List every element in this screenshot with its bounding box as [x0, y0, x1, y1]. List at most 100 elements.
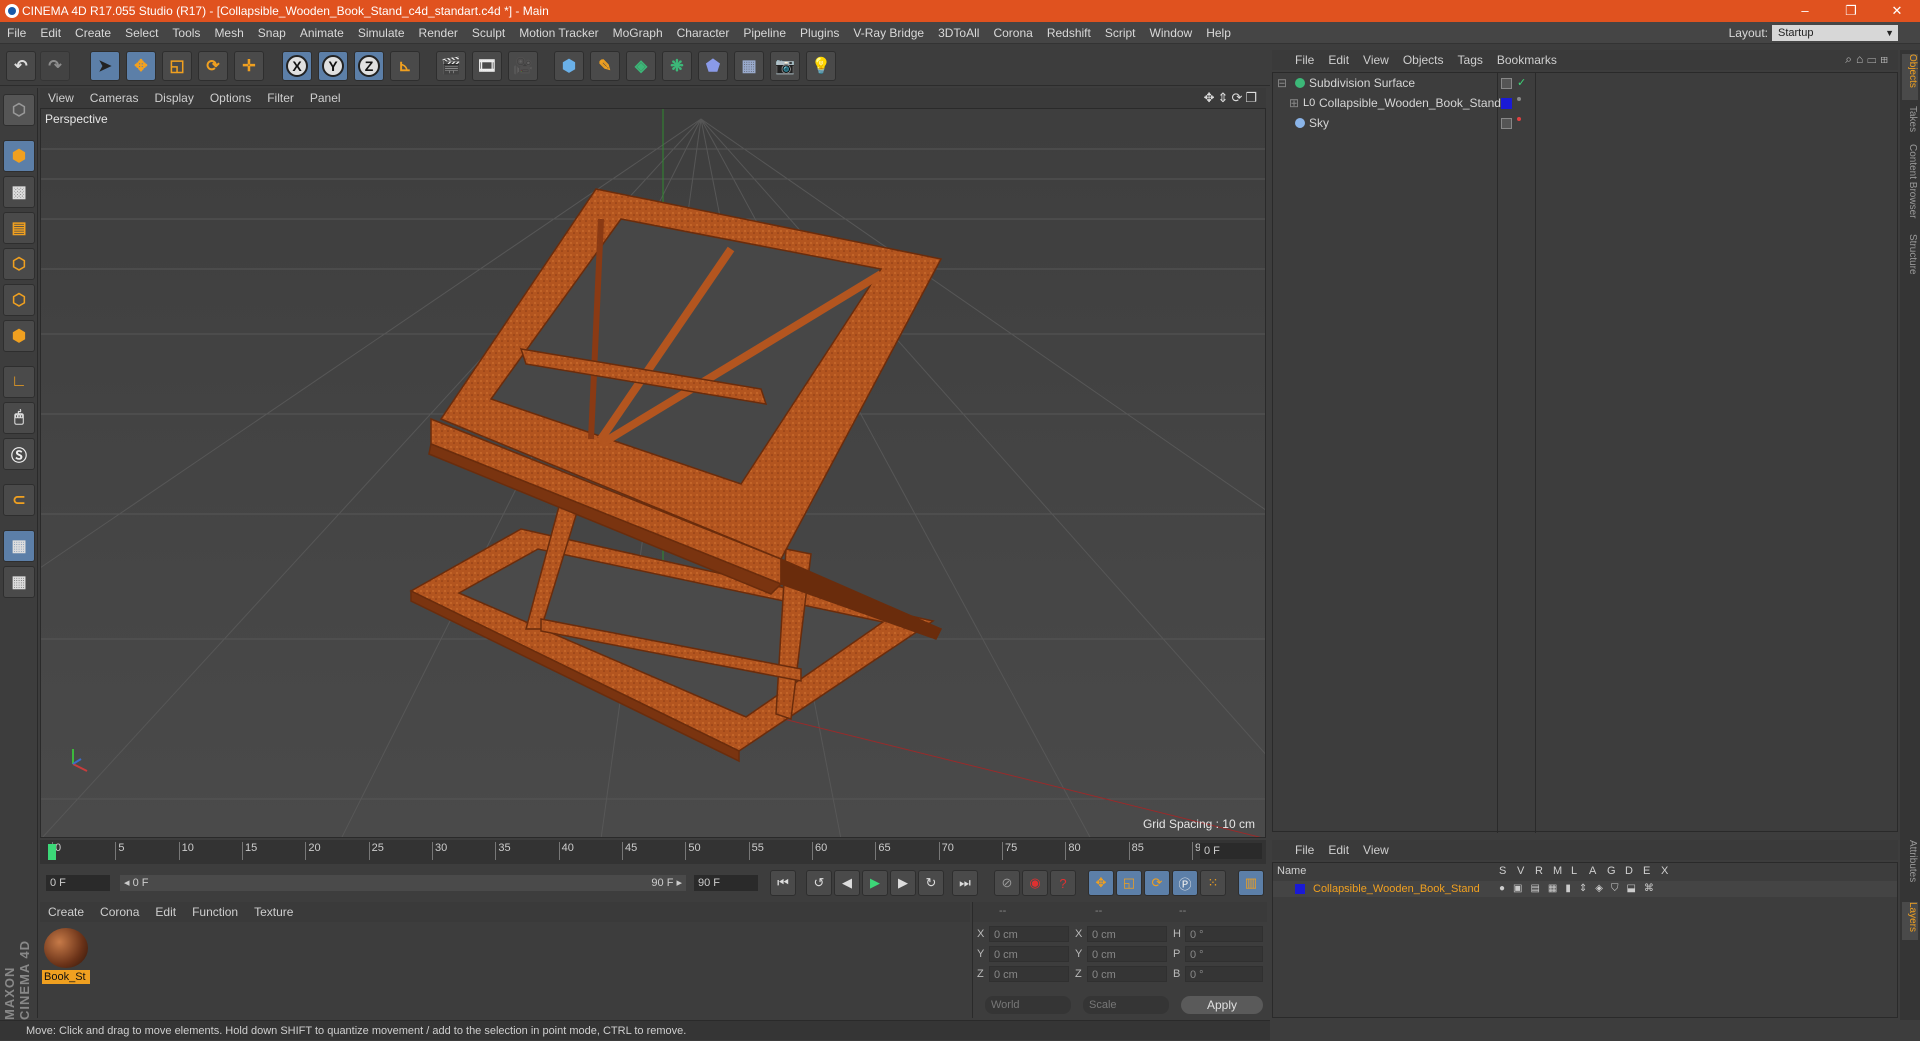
viewport-menu-panel[interactable]: Panel	[302, 88, 349, 108]
polygons-mode-button[interactable]: ⬢	[3, 320, 35, 352]
menu-sculpt[interactable]: Sculpt	[465, 22, 512, 44]
transform-tool-button[interactable]: ✛	[234, 51, 264, 81]
objects-menu-file[interactable]: File	[1288, 50, 1321, 70]
visibility-dot-icon[interactable]	[1517, 97, 1521, 101]
layers-menu-file[interactable]: File	[1288, 840, 1321, 860]
menu-file[interactable]: File	[0, 22, 33, 44]
workplane-mode-button[interactable]: ▤	[3, 212, 35, 244]
snap-button[interactable]: Ⓢ	[3, 438, 35, 470]
restore-button[interactable]: ❐	[1828, 0, 1874, 22]
record-active-button[interactable]: ⊘	[994, 870, 1020, 896]
light-object-button[interactable]: 💡	[806, 51, 836, 81]
cloner-button[interactable]: ❋	[662, 51, 692, 81]
menu-3dtoall[interactable]: 3DToAll	[931, 22, 986, 44]
expand-icon[interactable]: ⊞	[1880, 52, 1892, 66]
layer-header-d[interactable]: D	[1625, 863, 1633, 879]
rotate-tool-button[interactable]: ⟳	[198, 51, 228, 81]
rot-p-field[interactable]: 0 °	[1185, 946, 1263, 962]
perspective-viewport[interactable]: Perspective Grid Spacing: 10 cm	[40, 108, 1266, 838]
material-menu-create[interactable]: Create	[40, 902, 92, 922]
home-icon[interactable]: ⌂	[1856, 52, 1867, 66]
menu-help[interactable]: Help	[1199, 22, 1238, 44]
material-menu-function[interactable]: Function	[184, 902, 246, 922]
pos-z-field[interactable]: 0 cm	[989, 966, 1069, 982]
rot-h-field[interactable]: 0 °	[1185, 926, 1263, 942]
layer-header-e[interactable]: E	[1643, 863, 1650, 879]
edit-checkbox-icon[interactable]	[1501, 118, 1512, 129]
layer-header-g[interactable]: G	[1607, 863, 1616, 879]
menu-window[interactable]: Window	[1143, 22, 1200, 44]
pen-spline-button[interactable]: ✎	[590, 51, 620, 81]
render-settings-button[interactable]: 🎥	[508, 51, 538, 81]
object-manager-tools[interactable]: ⌕⌂▭⊞	[1845, 52, 1892, 67]
axis-mode-button[interactable]: ∟	[3, 366, 35, 398]
key-point-level-button[interactable]: ⁙	[1200, 870, 1226, 896]
next-key-button[interactable]: ↻	[918, 870, 944, 896]
viewport-menu-view[interactable]: View	[40, 88, 82, 108]
apply-button[interactable]: Apply	[1181, 996, 1263, 1014]
coordinate-mode-dropdown[interactable]: Scale	[1083, 996, 1169, 1014]
texture-mode-button[interactable]: ▩	[3, 176, 35, 208]
tab-takes[interactable]: Takes	[1902, 106, 1918, 138]
layer-header-l[interactable]: L	[1571, 863, 1577, 879]
object-row-book-stand[interactable]: ⊞ L0 Collapsible_Wooden_Book_Stand	[1273, 93, 1897, 113]
collapse-icon[interactable]: ▭	[1867, 52, 1880, 66]
layer-header-x[interactable]: X	[1661, 863, 1668, 879]
objects-menu-edit[interactable]: Edit	[1321, 50, 1356, 70]
current-frame-field[interactable]: 0 F	[1200, 843, 1262, 859]
menu-mograph[interactable]: MoGraph	[606, 22, 670, 44]
viewport-nav-icons[interactable]: ✥⇕⟳❐	[1204, 90, 1260, 106]
camera-object-button[interactable]: 📷	[770, 51, 800, 81]
viewport-menu-cameras[interactable]: Cameras	[82, 88, 147, 108]
menu-tools[interactable]: Tools	[165, 22, 207, 44]
layer-color-swatch[interactable]	[1501, 98, 1512, 109]
menu-mesh[interactable]: Mesh	[207, 22, 250, 44]
layout-dropdown[interactable]: Startup ▼	[1772, 25, 1898, 41]
undo-button[interactable]: ↶	[6, 51, 36, 81]
timeline-ruler[interactable]: 051015202530354045505560657075808590 0 F	[40, 840, 1266, 864]
timeline-playhead[interactable]	[48, 844, 56, 860]
object-row-subdivision[interactable]: ⊟ Subdivision Surface ✓	[1273, 73, 1897, 93]
rot-b-field[interactable]: 0 °	[1185, 966, 1263, 982]
objects-menu-objects[interactable]: Objects	[1396, 50, 1451, 70]
edit-checkbox-icon[interactable]	[1501, 78, 1512, 89]
menu-plugins[interactable]: Plugins	[793, 22, 846, 44]
key-scale-button[interactable]: ◱	[1116, 870, 1142, 896]
menu-corona[interactable]: Corona	[986, 22, 1039, 44]
points-mode-button[interactable]: ⬡	[3, 248, 35, 280]
menu-vray-bridge[interactable]: V-Ray Bridge	[846, 22, 931, 44]
material-preview-sphere[interactable]	[44, 928, 88, 968]
close-button[interactable]: ✕	[1874, 0, 1920, 22]
planar-workplane-button[interactable]: ▦	[3, 566, 35, 598]
material-menu-corona[interactable]: Corona	[92, 902, 147, 922]
pos-x-field[interactable]: 0 cm	[989, 926, 1069, 942]
timeline-window-button[interactable]: ▥	[1238, 870, 1264, 896]
layer-header-v[interactable]: V	[1517, 863, 1524, 879]
previous-frame-button[interactable]: ◀	[834, 870, 860, 896]
tree-collapse-icon[interactable]: ⊟	[1277, 73, 1287, 93]
key-rotation-button[interactable]: ⟳	[1144, 870, 1170, 896]
live-selection-button[interactable]: ➤	[90, 51, 120, 81]
render-view-button[interactable]: 🎬	[436, 51, 466, 81]
y-axis-button[interactable]: Y	[318, 51, 348, 81]
move-tool-button[interactable]: ✥	[126, 51, 156, 81]
menu-create[interactable]: Create	[68, 22, 118, 44]
start-frame-field[interactable]: 0 F	[46, 875, 110, 891]
tab-objects[interactable]: Objects	[1902, 54, 1918, 100]
layer-header-m[interactable]: M	[1553, 863, 1562, 879]
material-menu-texture[interactable]: Texture	[246, 902, 301, 922]
menu-redshift[interactable]: Redshift	[1040, 22, 1098, 44]
viewport-menu-display[interactable]: Display	[146, 88, 201, 108]
size-y-field[interactable]: 0 cm	[1087, 946, 1167, 962]
locked-workplane-button[interactable]: ▦	[3, 530, 35, 562]
floor-object-button[interactable]: ▦	[734, 51, 764, 81]
objects-menu-bookmarks[interactable]: Bookmarks	[1490, 50, 1564, 70]
size-x-field[interactable]: 0 cm	[1087, 926, 1167, 942]
cube-object-button[interactable]: ⬢	[554, 51, 584, 81]
layers-menu-view[interactable]: View	[1356, 840, 1396, 860]
visibility-dot-icon[interactable]	[1517, 117, 1521, 121]
menu-snap[interactable]: Snap	[251, 22, 293, 44]
frame-range-slider[interactable]: ◂ 0 F 90 F ▸	[120, 875, 686, 891]
layers-menu-edit[interactable]: Edit	[1321, 840, 1356, 860]
play-button[interactable]: ▶	[862, 870, 888, 896]
